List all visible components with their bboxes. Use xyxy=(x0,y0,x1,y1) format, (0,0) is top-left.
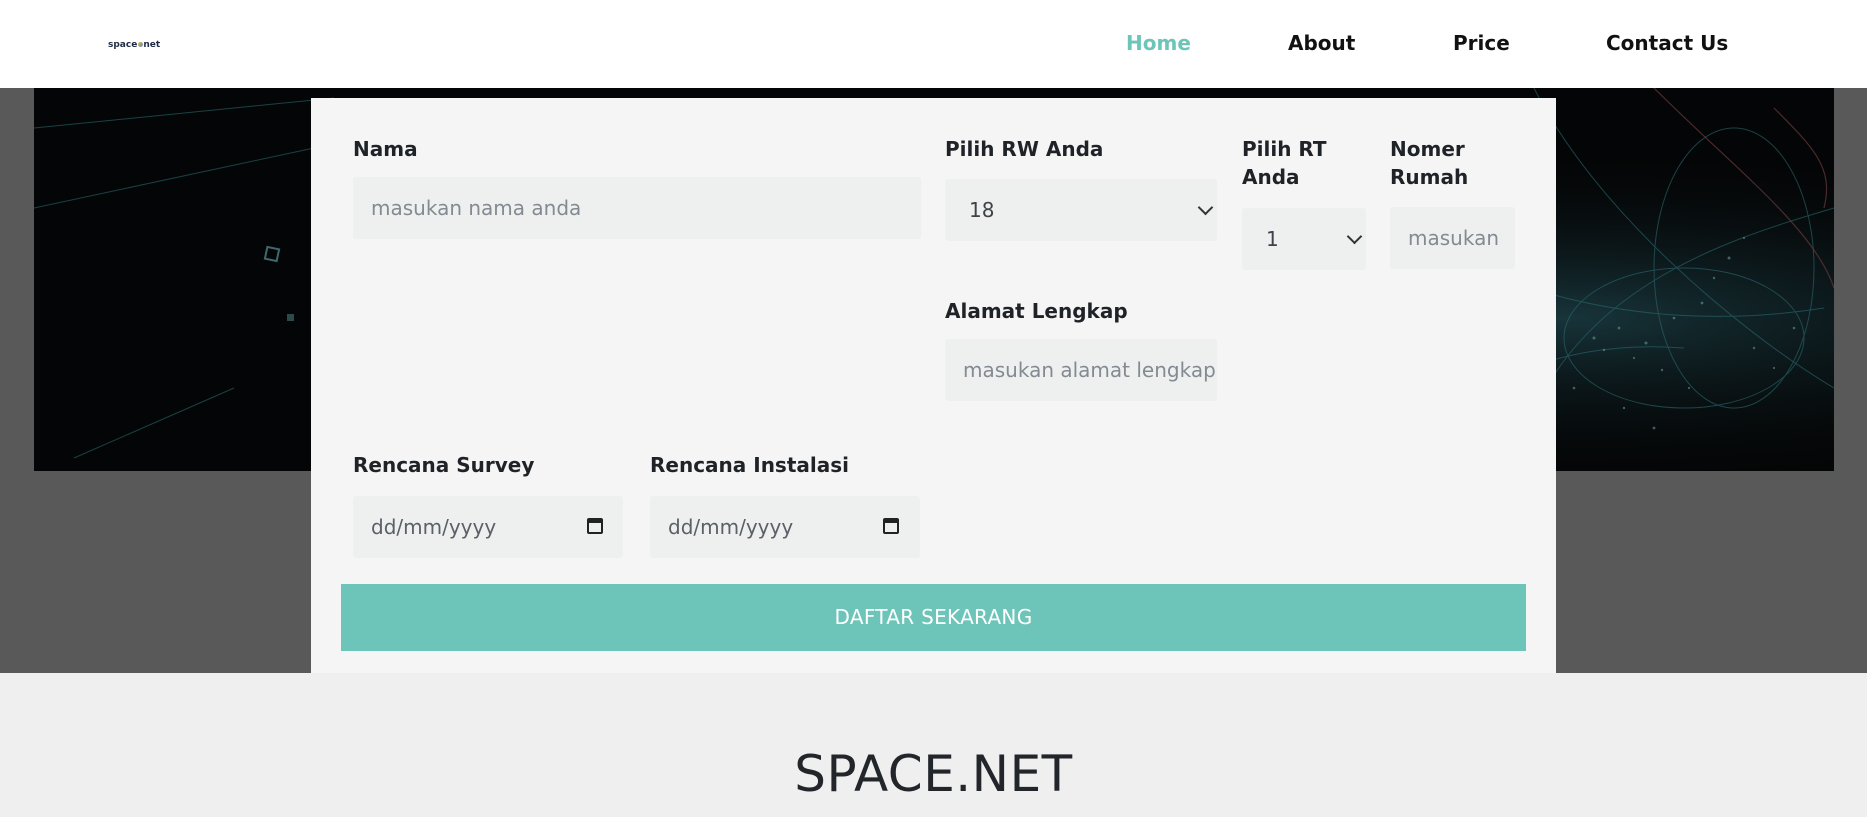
rt-label: Pilih RT Anda xyxy=(1242,135,1327,191)
nama-input[interactable]: masukan nama anda xyxy=(353,177,921,239)
section-title: SPACE.NET xyxy=(794,745,1073,803)
nav-link-about[interactable]: About xyxy=(1288,31,1355,55)
alamat-input[interactable]: masukan alamat lengkap xyxy=(945,339,1217,401)
rt-select[interactable]: 1 xyxy=(1242,208,1366,270)
rw-select[interactable]: 18 xyxy=(945,179,1217,241)
nomer-rumah-label: Nomer Rumah xyxy=(1390,135,1468,191)
navbar: space net Home About Price Contact Us xyxy=(0,0,1867,88)
nav-link-home[interactable]: Home xyxy=(1126,31,1191,55)
rt-selected-value: 1 xyxy=(1266,227,1279,251)
instalasi-date-input[interactable]: dd/mm/yyyy xyxy=(650,496,920,558)
rw-selected-value: 18 xyxy=(969,198,995,222)
instalasi-label: Rencana Instalasi xyxy=(650,453,850,477)
nav-link-price[interactable]: Price xyxy=(1453,31,1510,55)
alamat-label: Alamat Lengkap xyxy=(945,299,1128,323)
survey-label: Rencana Survey xyxy=(353,453,535,477)
logo-text-suffix: net xyxy=(143,40,161,50)
nama-label: Nama xyxy=(353,137,418,161)
rt-label-line2: Anda xyxy=(1242,165,1300,189)
nav-link-contact-us[interactable]: Contact Us xyxy=(1606,31,1728,55)
instalasi-calendar-icon[interactable] xyxy=(883,518,899,534)
survey-date-input[interactable]: dd/mm/yyyy xyxy=(353,496,623,558)
logo-text-prefix: space xyxy=(108,40,138,50)
rw-label: Pilih RW Anda xyxy=(945,137,1104,161)
brand-logo[interactable]: space net xyxy=(108,40,160,50)
nomer-rumah-input[interactable]: masukan xyxy=(1390,207,1515,269)
daftar-sekarang-button[interactable]: DAFTAR SEKARANG xyxy=(341,584,1526,651)
survey-calendar-icon[interactable] xyxy=(587,518,603,534)
rt-label-line1: Pilih RT xyxy=(1242,137,1327,161)
nomer-rumah-label-line2: Rumah xyxy=(1390,165,1469,189)
nomer-rumah-label-line1: Nomer xyxy=(1390,137,1465,161)
survey-date-placeholder: dd/mm/yyyy xyxy=(371,515,497,539)
instalasi-date-placeholder: dd/mm/yyyy xyxy=(668,515,794,539)
